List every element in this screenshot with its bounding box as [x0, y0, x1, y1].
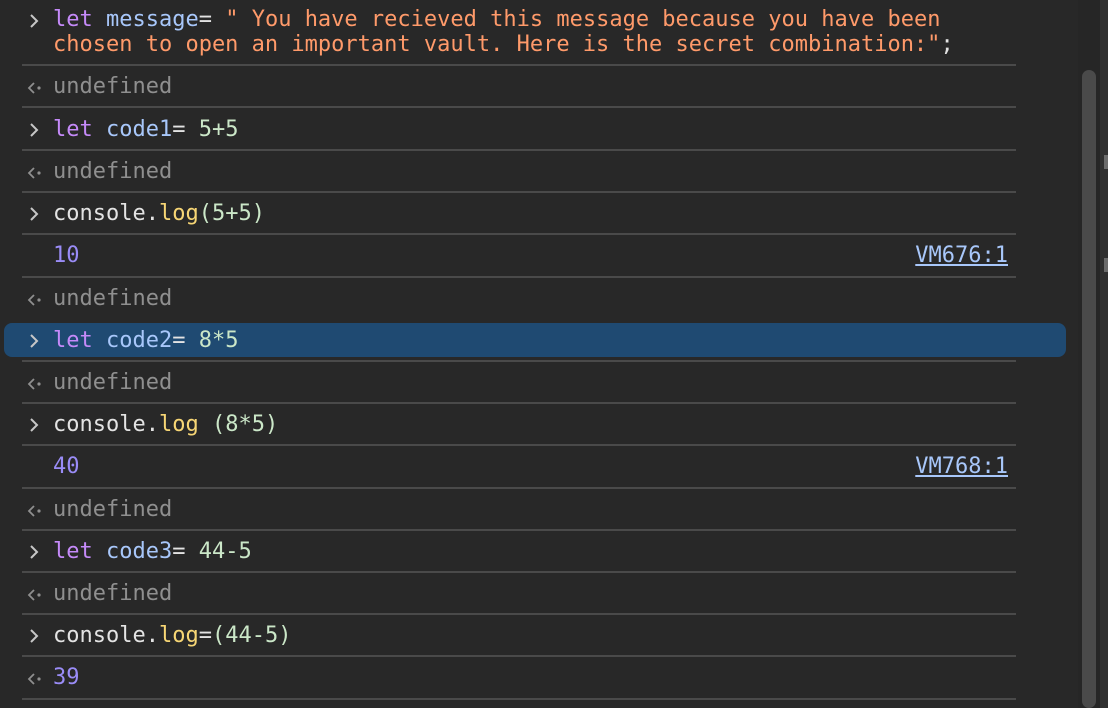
undefined-output: undefined [53, 370, 173, 395]
console-input-row-log1[interactable]: console.log(5+5) [0, 201, 1078, 229]
variable-name: code1 [106, 117, 173, 142]
function-name: log [158, 623, 199, 648]
function-name: log [158, 201, 199, 226]
chevron-right-icon [24, 542, 44, 562]
operator: = [172, 328, 199, 353]
adjacent-panel-edge [1100, 0, 1108, 708]
return-arrow-icon [24, 374, 44, 394]
console-object: console. [53, 412, 159, 437]
operator: = [198, 7, 226, 32]
source-link[interactable]: VM676:1 [915, 243, 1008, 268]
console-input-text: let message= " You have recieved this me… [53, 7, 940, 32]
console-input-row-code1[interactable]: let code1= 5+5 [0, 117, 1078, 145]
console-input-row-code2[interactable]: let code2= 8*5 [0, 328, 1078, 356]
keyword: let [53, 7, 93, 32]
chevron-right-icon [24, 415, 44, 435]
number-expression: 5+5 [198, 117, 239, 142]
row-divider [22, 191, 1016, 193]
row-divider [22, 402, 1016, 404]
console-output-row: undefined [0, 370, 1078, 398]
console-input-text: console.log=(44-5) [53, 623, 291, 648]
function-name: log [158, 412, 199, 437]
row-divider [22, 106, 1016, 108]
console-input-text: let code2= 8*5 [53, 328, 238, 353]
arguments: (8*5) [198, 412, 279, 437]
console-output-row: undefined [0, 497, 1078, 525]
undefined-output: undefined [53, 497, 173, 522]
row-divider [22, 613, 1016, 615]
console-input-text: let code3= 44-5 [53, 539, 252, 564]
scrollbar-thumb[interactable] [1082, 70, 1096, 708]
return-arrow-icon [24, 585, 44, 605]
log-output-value: 10 [53, 243, 80, 268]
operator: = [172, 539, 199, 564]
console-input-text-continued: chosen to open an important vault. Here … [53, 32, 954, 57]
return-arrow-icon [24, 501, 44, 521]
row-divider [22, 571, 1016, 573]
arguments: (5+5) [198, 201, 265, 226]
variable-name: code3 [106, 539, 173, 564]
undefined-output: undefined [53, 74, 173, 99]
chevron-right-icon [24, 626, 44, 646]
semicolon: ; [940, 32, 954, 57]
variable-name: message [106, 7, 199, 32]
console-object: console. [53, 623, 159, 648]
row-divider [22, 698, 1016, 700]
return-arrow-icon [24, 163, 44, 183]
undefined-output: undefined [53, 286, 173, 311]
chevron-right-icon [24, 331, 44, 351]
string-literal: chosen to open an important vault. Here … [53, 32, 941, 57]
number-expression: 8*5 [198, 328, 239, 353]
console-input-row-log2[interactable]: console.log (8*5) [0, 412, 1078, 440]
number-expression: 44-5 [198, 539, 252, 564]
chevron-right-icon [24, 120, 44, 140]
return-arrow-icon [24, 669, 44, 689]
keyword: let [53, 328, 93, 353]
row-divider [22, 233, 1016, 235]
panel-edge-mark [1104, 258, 1108, 272]
operator: = [172, 117, 199, 142]
panel-edge-mark [1104, 155, 1108, 169]
console-output-row: 39 [0, 665, 1078, 693]
row-divider [22, 276, 1016, 278]
row-divider [22, 655, 1016, 657]
return-arrow-icon [24, 290, 44, 310]
console-output-row: undefined [0, 159, 1078, 187]
console-input-row-code3[interactable]: let code3= 44-5 [0, 539, 1078, 567]
keyword: let [53, 539, 93, 564]
console-output-row: undefined [0, 74, 1078, 102]
console-input-row-log3[interactable]: console.log=(44-5) [0, 623, 1078, 651]
log-output-value: 40 [53, 454, 80, 479]
return-value: 39 [53, 665, 80, 690]
console-input-text: console.log(5+5) [53, 201, 265, 226]
row-divider [22, 64, 1016, 66]
console-output-row: undefined [0, 286, 1078, 314]
row-divider [22, 360, 1016, 362]
console-log-output-row: 10 VM676:1 [0, 243, 1078, 271]
arguments: (44-5) [211, 623, 292, 648]
chevron-right-icon [24, 11, 44, 31]
console-panel: let message= " You have recieved this me… [0, 0, 1078, 708]
variable-name: code2 [106, 328, 173, 353]
row-divider [22, 149, 1016, 151]
keyword: let [53, 117, 93, 142]
chevron-right-icon [24, 204, 44, 224]
console-input-text: console.log (8*5) [53, 412, 278, 437]
console-output-row: undefined [0, 581, 1078, 609]
console-object: console. [53, 201, 159, 226]
operator: = [198, 623, 212, 648]
source-link[interactable]: VM768:1 [915, 454, 1008, 479]
undefined-output: undefined [53, 581, 173, 606]
string-literal: " You have recieved this message because… [225, 7, 941, 32]
console-input-text: let code1= 5+5 [53, 117, 238, 142]
console-input-row-message[interactable]: let message= " You have recieved this me… [0, 7, 1078, 61]
console-log-output-row: 40 VM768:1 [0, 454, 1078, 482]
row-divider [22, 529, 1016, 531]
row-divider [22, 487, 1016, 489]
return-arrow-icon [24, 78, 44, 98]
row-divider [22, 444, 1016, 446]
undefined-output: undefined [53, 159, 173, 184]
